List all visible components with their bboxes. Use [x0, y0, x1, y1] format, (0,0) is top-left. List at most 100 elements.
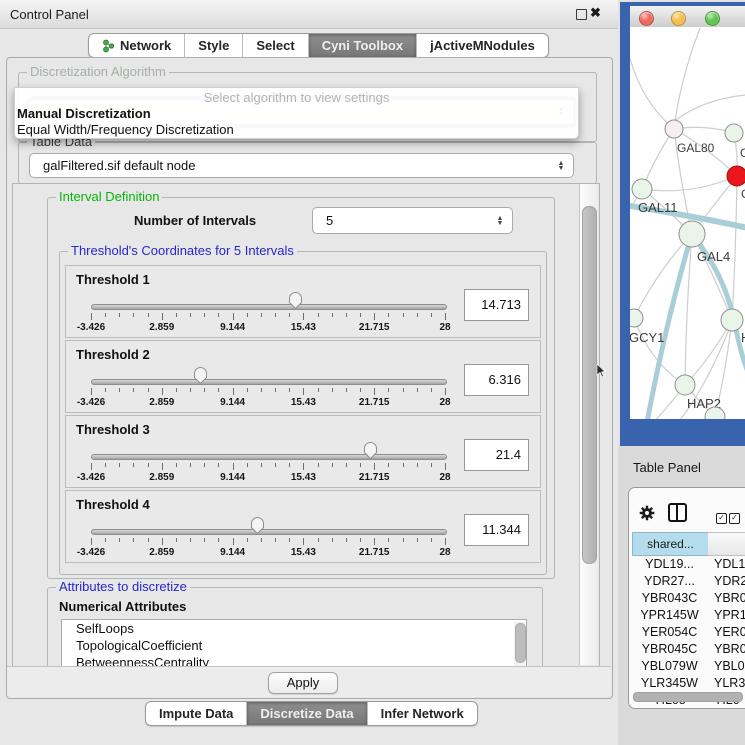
tab-jactivemnodules[interactable]: jActiveMNodules [416, 34, 548, 57]
window-float-icon[interactable] [576, 9, 587, 20]
close-light-icon[interactable] [639, 11, 654, 26]
select-columns-icon[interactable]: ✓✓ [716, 507, 742, 525]
window-close-icon[interactable]: ✖ [590, 5, 601, 21]
slider-tick [374, 463, 375, 470]
tab-discretize-data[interactable]: Discretize Data [246, 702, 366, 725]
slider-tick-label: 15.43 [291, 547, 316, 558]
slider-thumb[interactable] [363, 441, 378, 460]
tab-cyni-toolbox[interactable]: Cyni Toolbox [308, 34, 416, 57]
table-row[interactable]: YDR27...YDR2 [632, 574, 745, 591]
tab-infer-network[interactable]: Infer Network [367, 702, 477, 725]
network-icon [102, 39, 115, 53]
dropdown-option[interactable]: Equal Width/Frequency Discretization [15, 122, 578, 138]
slider-tick [190, 388, 191, 392]
cell-shared-name: YPR145W [632, 608, 707, 622]
slider-tick [148, 463, 149, 467]
tab-network[interactable]: Network [89, 34, 184, 57]
slider-tick-label: 2.859 [149, 322, 174, 333]
network-node-gcy1[interactable] [630, 309, 643, 327]
slider-tick [417, 538, 418, 542]
tab-select[interactable]: Select [242, 34, 307, 57]
tab-label: Impute Data [159, 706, 233, 721]
network-node-h[interactable] [721, 309, 743, 331]
slider-tick [190, 313, 191, 317]
column-header-name[interactable]: name [708, 532, 745, 556]
slider-tick-label: 21.715 [359, 322, 390, 333]
node-label: GCY1 [630, 330, 664, 345]
threshold-box: Threshold 3-3.4262.8599.14415.4321.71528… [65, 415, 541, 488]
slider-thumb[interactable] [288, 291, 303, 310]
table-row[interactable]: YPR145WYPR1 [632, 608, 745, 625]
cell-name: YDR2 [714, 574, 745, 588]
network-edge[interactable] [630, 58, 674, 129]
attribute-item[interactable]: SelfLoops [62, 620, 526, 637]
minimize-light-icon[interactable] [671, 11, 686, 26]
slider-tick [374, 538, 375, 545]
attribute-item[interactable]: TopologicalCoefficient [62, 637, 526, 654]
table-row[interactable]: YLR345WYLR3 [632, 676, 745, 693]
slider-thumb[interactable] [193, 366, 208, 385]
network-canvas[interactable]: GAL80GACGAL11GAL4GCY1HHAP2 [630, 27, 745, 419]
network-edge[interactable] [634, 234, 692, 318]
table-hscrollbar-thumb[interactable] [633, 692, 743, 702]
slider-tick [346, 538, 347, 542]
slider-tick [275, 463, 276, 467]
columns-icon[interactable] [668, 503, 687, 522]
slider-thumb[interactable] [250, 516, 265, 535]
table-row[interactable]: YBL079WYBL0 [632, 659, 745, 676]
dropdown-option[interactable]: Manual Discretization [15, 106, 578, 122]
network-edge[interactable] [676, 95, 745, 120]
table-row[interactable]: YER054CYER0 [632, 625, 745, 642]
slider-track[interactable] [91, 304, 447, 310]
attributes-group-title: Attributes to discretize [56, 580, 190, 594]
column-header-shared-name[interactable]: shared... [632, 532, 709, 556]
slider-tick [303, 463, 304, 470]
cell-shared-name: YER054C [632, 625, 707, 639]
list-scrollbar-thumb[interactable] [515, 623, 526, 663]
network-node-c[interactable] [727, 166, 745, 186]
zoom-light-icon[interactable] [705, 11, 720, 26]
threshold-label: Threshold 2 [76, 347, 150, 362]
apply-button[interactable]: Apply [268, 672, 338, 694]
threshold-value-field[interactable]: 21.4 [464, 439, 529, 471]
network-edge[interactable] [692, 234, 732, 320]
gear-icon[interactable] [639, 505, 655, 521]
slider-tick [318, 463, 319, 467]
slider-track[interactable] [91, 529, 447, 535]
network-edge[interactable] [674, 28, 700, 129]
slider-tick [218, 463, 219, 467]
slider-tick [162, 313, 163, 320]
table-row[interactable]: YDL19...YDL1 [632, 557, 745, 574]
slider-tick [360, 463, 361, 467]
threshold-value-field[interactable]: 11.344 [464, 514, 529, 546]
settings-scrollbar-thumb[interactable] [582, 206, 597, 564]
network-node-gal4[interactable] [679, 221, 705, 247]
threshold-box: Threshold 1-3.4262.8599.14415.4321.71528… [65, 265, 541, 338]
table-data-group: Table Data galFiltered.sif default node … [18, 142, 597, 184]
threshold-value-field[interactable]: 14.713 [464, 289, 529, 321]
table-data-combobox[interactable]: galFiltered.sif default node ▲▼ [29, 153, 574, 178]
slider-tick [346, 313, 347, 317]
network-edge[interactable] [732, 176, 737, 320]
network-node-ga[interactable] [725, 124, 743, 142]
table-row[interactable]: YBR043CYBR0 [632, 591, 745, 608]
network-edge[interactable] [642, 176, 737, 191]
tab-impute-data[interactable]: Impute Data [146, 702, 246, 725]
slider-tick [247, 463, 248, 467]
tab-label: Select [256, 38, 294, 53]
tab-style[interactable]: Style [184, 34, 242, 57]
control-panel-window: Control Panel ✖ NetworkStyleSelectCyni T… [0, 0, 618, 745]
num-intervals-combobox[interactable]: 5 ▲▼ [312, 207, 513, 234]
threshold-value-field[interactable]: 6.316 [464, 364, 529, 396]
table-row[interactable]: YBR045CYBR0 [632, 642, 745, 659]
slider-tick [318, 313, 319, 317]
slider-track[interactable] [91, 454, 447, 460]
slider-tick [133, 463, 134, 467]
network-node-gal11[interactable] [632, 179, 652, 199]
threshold-label: Threshold 4 [76, 497, 150, 512]
network-node-gal80[interactable] [665, 120, 683, 138]
network-node-hap2[interactable] [675, 375, 695, 395]
slider-tick [289, 313, 290, 317]
slider-track[interactable] [91, 379, 447, 385]
slider-tick-label: 28 [439, 397, 450, 408]
